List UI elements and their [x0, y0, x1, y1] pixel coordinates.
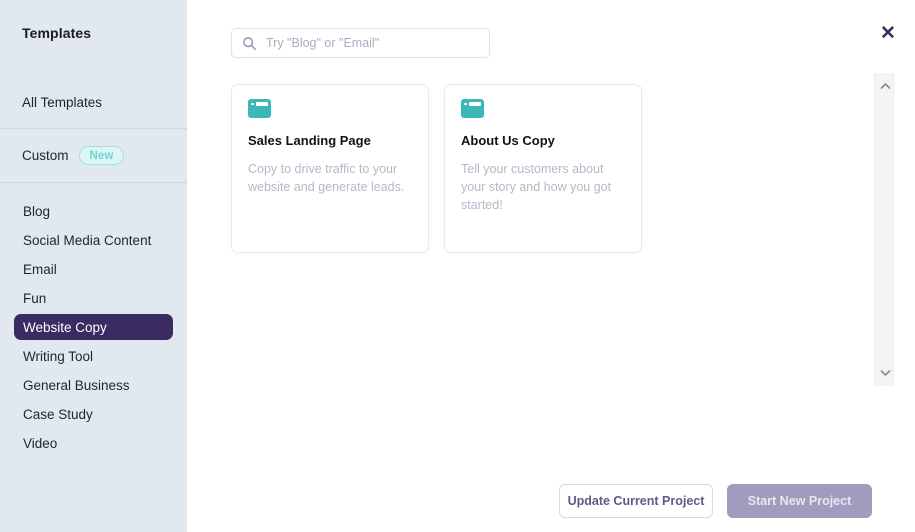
sidebar-item-custom[interactable]: Custom New	[22, 146, 124, 165]
vertical-scrollbar[interactable]	[874, 73, 894, 386]
sidebar-item-writing-tool[interactable]: Writing Tool	[14, 343, 173, 369]
sidebar-item-general-business[interactable]: General Business	[14, 372, 173, 398]
sidebar-item-email[interactable]: Email	[14, 256, 173, 282]
search-field[interactable]	[231, 28, 490, 58]
sidebar: Templates All Templates Custom New Blog …	[0, 0, 187, 532]
sidebar-title: Templates	[22, 25, 91, 41]
browser-window-icon	[461, 99, 484, 118]
scroll-down-button[interactable]	[875, 364, 895, 382]
sidebar-item-case-study[interactable]: Case Study	[14, 401, 173, 427]
sidebar-item-blog[interactable]: Blog	[14, 198, 173, 224]
start-new-project-button[interactable]: Start New Project	[727, 484, 872, 518]
sidebar-item-all-templates[interactable]: All Templates	[22, 95, 102, 110]
sidebar-item-video[interactable]: Video	[14, 430, 173, 456]
sidebar-item-label: Email	[23, 262, 57, 277]
chevron-down-icon	[880, 369, 891, 377]
new-badge: New	[79, 146, 125, 165]
template-card-sales-landing-page[interactable]: Sales Landing Page Copy to drive traffic…	[231, 84, 429, 253]
sidebar-item-website-copy[interactable]: Website Copy	[14, 314, 173, 340]
close-icon[interactable]: ✕	[877, 22, 899, 44]
browser-window-icon	[248, 99, 271, 118]
sidebar-divider-bottom	[0, 182, 187, 183]
chevron-up-icon	[880, 82, 891, 90]
search-input[interactable]	[266, 36, 479, 50]
sidebar-item-label: Blog	[23, 204, 50, 219]
sidebar-item-custom-label: Custom	[22, 148, 69, 163]
sidebar-item-label: Video	[23, 436, 57, 451]
sidebar-item-fun[interactable]: Fun	[14, 285, 173, 311]
search-icon	[242, 36, 257, 51]
template-card-grid: Sales Landing Page Copy to drive traffic…	[231, 84, 642, 253]
footer-actions: Update Current Project Start New Project	[187, 470, 915, 532]
main-panel: ✕ Sales Landing Page Copy to drive traff…	[187, 0, 915, 532]
template-card-description: Copy to drive traffic to your website an…	[248, 160, 412, 196]
sidebar-item-label: Case Study	[23, 407, 93, 422]
template-card-about-us-copy[interactable]: About Us Copy Tell your customers about …	[444, 84, 642, 253]
sidebar-item-label: Website Copy	[23, 320, 107, 335]
template-card-title: Sales Landing Page	[248, 133, 412, 148]
update-current-project-button[interactable]: Update Current Project	[559, 484, 713, 518]
sidebar-divider-top	[0, 128, 187, 129]
templates-modal: Templates All Templates Custom New Blog …	[0, 0, 915, 532]
sidebar-category-list: Blog Social Media Content Email Fun Webs…	[0, 195, 187, 459]
sidebar-item-label: General Business	[23, 378, 130, 393]
sidebar-item-label: Fun	[23, 291, 46, 306]
scroll-up-button[interactable]	[875, 77, 895, 95]
sidebar-item-label: Writing Tool	[23, 349, 93, 364]
template-card-title: About Us Copy	[461, 133, 625, 148]
template-card-description: Tell your customers about your story and…	[461, 160, 625, 214]
sidebar-item-social-media-content[interactable]: Social Media Content	[14, 227, 173, 253]
sidebar-item-label: Social Media Content	[23, 233, 151, 248]
